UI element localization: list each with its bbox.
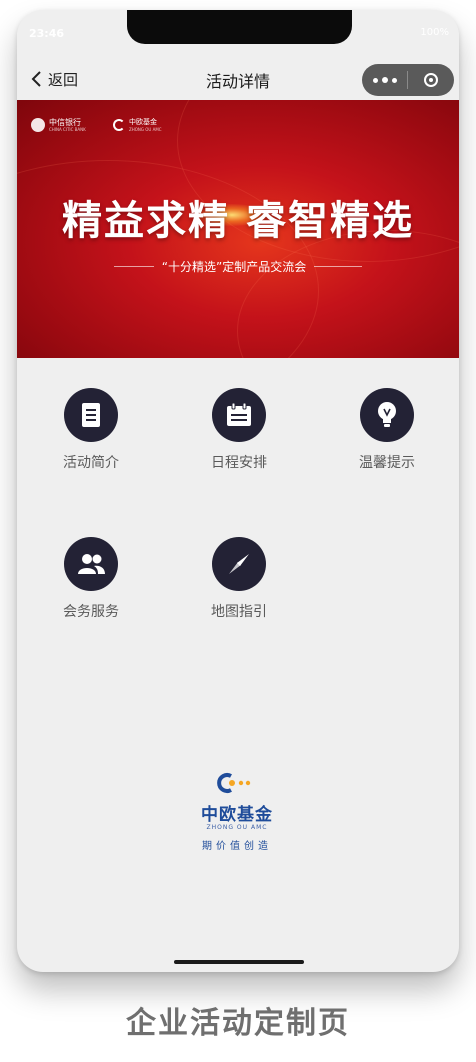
status-bar: 23:46 100% [17,10,459,54]
citic-bank-logo: 中信银行 CHINA CITIC BANK [31,118,86,132]
navigation-bar: 返回 活动详情 [17,56,459,100]
users-icon [64,537,118,591]
menu-item-tips[interactable]: 温馨提示 [328,388,448,478]
menu-item-map[interactable]: 地图指引 [180,537,300,627]
more-dot-icon [391,77,397,83]
banner-subtitle-row: “十分精选”定制产品交流会 [17,258,459,275]
banner-subtitle: “十分精选”定制产品交流会 [161,260,307,274]
phone-frame: 23:46 100% 返回 活动详情 中信银行 CHINA CITIC BANK… [17,10,459,972]
zhongou-logo-icon [113,119,125,131]
page-caption: 企业活动定制页 [126,1006,350,1041]
citic-logo-icon [31,118,45,132]
menu-label: 活动简介 [63,455,119,471]
zhongou-logo-text: 中欧基金 [129,118,157,126]
menu-item-services[interactable]: 会务服务 [32,537,152,627]
close-button[interactable] [408,64,453,96]
menu-label: 会务服务 [63,604,119,620]
document-icon [64,388,118,442]
status-battery: 100% [420,27,449,38]
notch [127,10,352,44]
calendar-icon [212,388,266,442]
compass-icon [212,537,266,591]
event-banner: 中信银行 CHINA CITIC BANK 中欧基金 ZHONG OU AMC … [17,100,459,358]
home-indicator[interactable] [174,960,304,964]
lightbulb-icon [360,388,414,442]
more-dot-icon [372,77,378,83]
zhongou-logo-icon [217,773,251,793]
zhongou-brand-logo: 中欧基金 ZHONG OU AMC 期价值创造 [187,772,287,852]
menu-item-intro[interactable]: 活动简介 [32,388,152,478]
target-close-icon [423,73,438,87]
more-dot-icon [381,77,388,83]
menu-label: 日程安排 [211,455,267,471]
brand-name: 中欧基金 [201,805,273,825]
more-button[interactable] [362,64,407,96]
miniprogram-capsule [362,64,454,96]
citic-logo-subtext: CHINA CITIC BANK [49,127,86,132]
brand-pinyin: ZHONG OU AMC [206,824,268,831]
zhongou-logo-subtext: ZHONG OU AMC [129,127,162,132]
menu-label: 温馨提示 [359,455,415,471]
menu-item-schedule[interactable]: 日程安排 [180,388,300,478]
banner-headline: 精益求精 睿智精选 [62,197,414,244]
brand-slogan: 期价值创造 [202,841,272,852]
zhongou-logo-banner: 中欧基金 ZHONG OU AMC [113,118,162,132]
menu-label: 地图指引 [211,604,267,620]
citic-logo-text: 中信银行 [49,118,81,127]
status-time: 23:46 [29,27,65,40]
